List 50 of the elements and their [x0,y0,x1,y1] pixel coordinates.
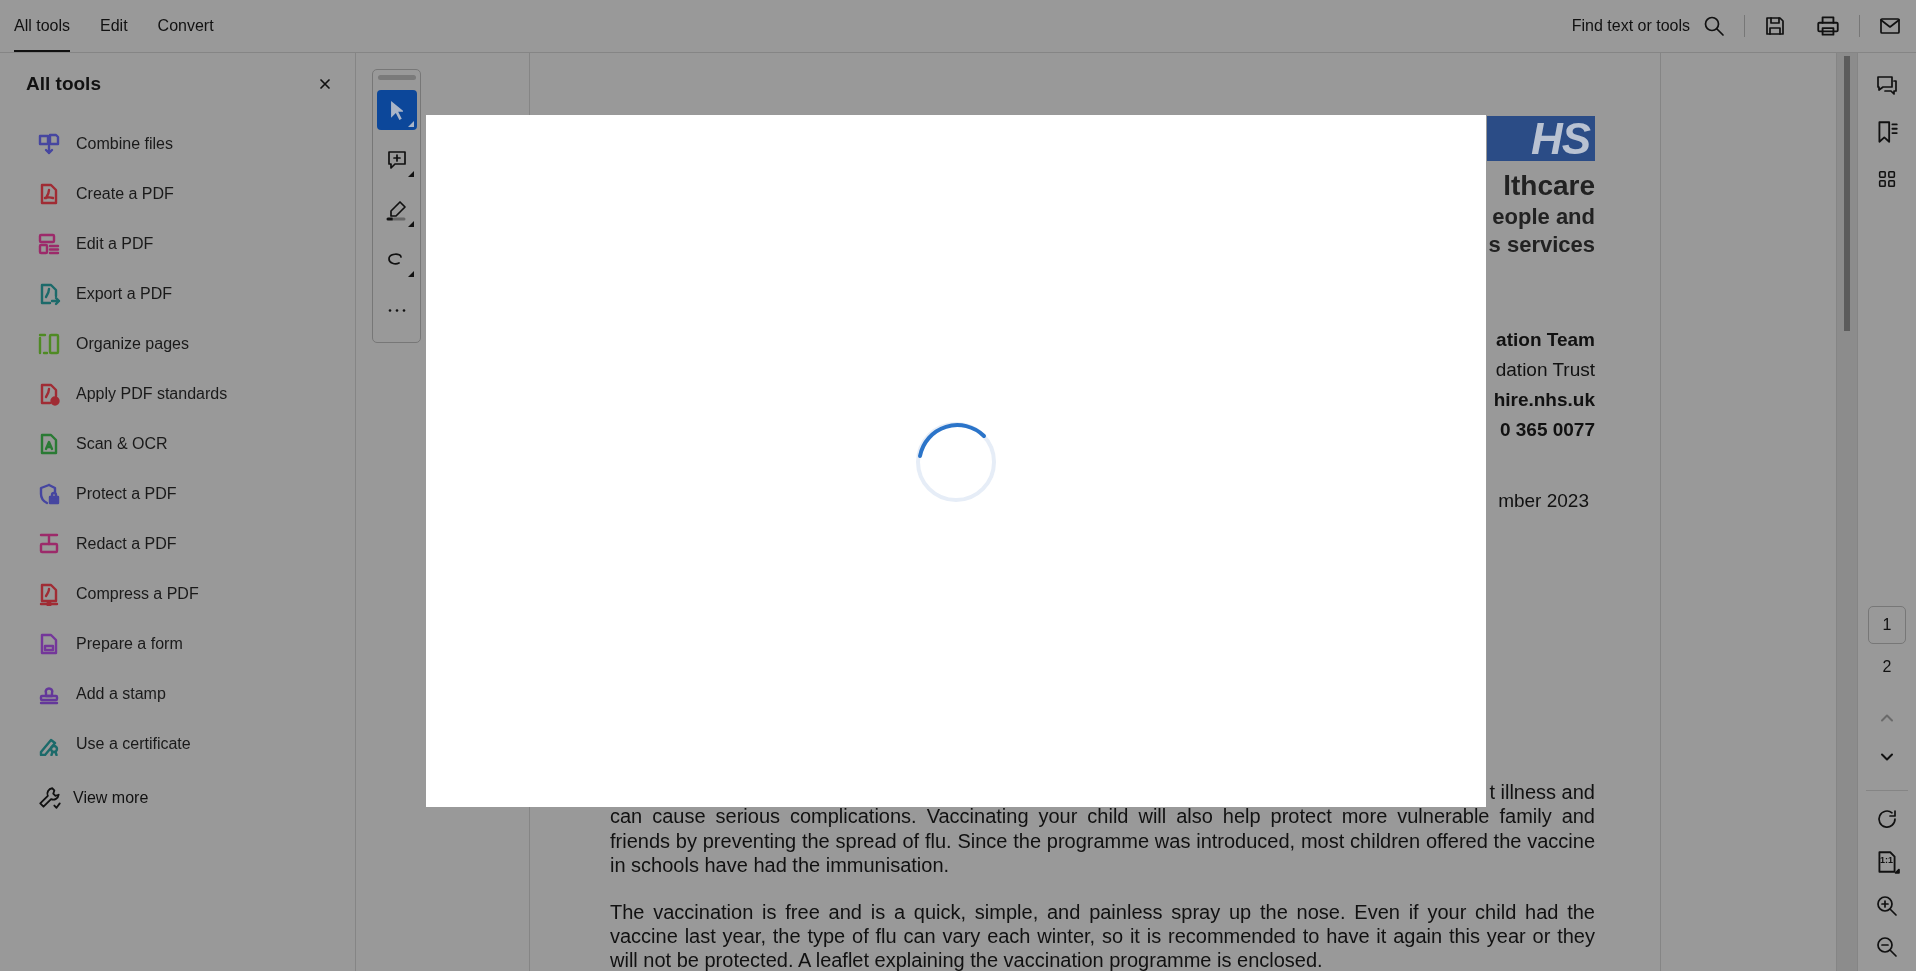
tool-item[interactable]: Export a PDF [26,282,173,306]
contact-text: dation Trust [1495,358,1595,382]
save-icon[interactable] [1763,14,1787,38]
drag-handle[interactable] [377,75,416,80]
zoom-in-icon[interactable] [1875,894,1899,918]
contact-text: ation Team [1496,328,1595,352]
header-text: s services [1488,231,1595,259]
wrench-icon [37,785,63,811]
header-text: eople and [1492,203,1595,231]
tool-item[interactable]: Organize pages [26,332,189,356]
tool-item[interactable]: Create a PDF [26,182,174,206]
tool-button[interactable] [376,90,417,130]
panel-title: All tools [26,73,101,95]
tool-item[interactable]: Use a certificate [26,732,191,756]
tool-item[interactable]: Add a stamp [26,682,166,706]
close-icon[interactable] [317,76,333,92]
search-icon[interactable] [1702,14,1726,38]
tool-item[interactable]: Scan & OCR [26,432,168,456]
scroll-thumb[interactable] [1844,56,1850,331]
page-number[interactable]: 1 [1868,606,1906,644]
scrollbar[interactable] [1836,53,1857,971]
tool-item[interactable]: Combine files [26,132,173,156]
tab[interactable]: All tools [14,0,71,52]
body-paragraph: can cause serious complications. Vaccinating your child will also help protect more vulnerable family and friends by preventing the spread of flu. Since the programme was introduced, most children offered the vaccine in schools have had the immunisation. [610,804,1595,878]
tool-item[interactable]: Edit a PDF [26,232,154,256]
highlighter-icon [384,198,409,222]
zoom-out-icon[interactable] [1875,935,1899,959]
more-icon [387,308,406,312]
rotate-icon[interactable] [1875,807,1899,831]
tool-item[interactable]: Apply PDF standards [26,382,228,406]
actual-size-icon[interactable]: 1:1 [1874,839,1900,885]
body-text: t illness and [1489,780,1595,805]
tool-item[interactable]: Redact a PDF [26,532,177,556]
page-number[interactable]: 2 [1868,648,1906,686]
body-paragraph: The vaccination is free and is a quick, simple, and painless spray up the nose. Even if your child had the vaccine last year, the type of flu can vary each winter, so it is recommended to have it again this year or they will not be protected. A leaflet explaining the vaccination programme is enclosed. [610,899,1595,971]
print-icon[interactable] [1815,13,1841,39]
tool-item[interactable]: Prepare a form [26,632,183,656]
search-label[interactable]: Find text or tools [1571,17,1690,35]
view-more-link[interactable]: View more [26,773,355,823]
letter-date: mber 2023 [1498,490,1589,512]
tab[interactable]: Convert [157,0,214,52]
nhs-logo: HS [1487,116,1595,161]
contact-text: 0 365 0077 [1499,418,1595,442]
tab[interactable]: Edit [100,0,128,52]
tool-item[interactable]: Compress a PDF [26,582,199,606]
zoom-ratio: 1:1 [1880,855,1893,865]
header-text: lthcare [1503,169,1595,203]
tool-item[interactable]: Protect a PDF [26,482,177,506]
contact-text: hire.nhs.uk [1493,388,1595,412]
pointer-icon [390,100,403,120]
